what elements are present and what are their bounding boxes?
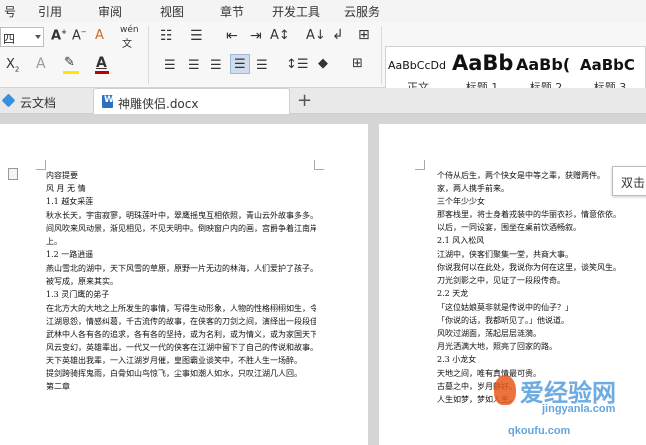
- line-spacing-icon[interactable]: ↕☰: [286, 57, 309, 72]
- menu-bar: 号 引用 审阅 视图 章节 开发工具 云服务: [0, 0, 646, 22]
- font-color-bar: [95, 71, 109, 74]
- text-line: 「你说的话，我都听见了。」他说道。: [437, 316, 569, 325]
- text-line: 2.1 风入松风: [437, 236, 485, 245]
- text-line: 风吹过湖面，荡起层层涟漪。: [437, 329, 541, 338]
- menu-item-review[interactable]: 审阅: [98, 3, 122, 20]
- decrease-indent-icon[interactable]: ⇤: [226, 28, 238, 44]
- text-line: 风云变幻，英雄辈出，一代又一代的侠客在江湖中留下了自己的传说和故事。: [46, 343, 316, 352]
- text-line: 秋水长天，宇宙寂寥，明珠莲叶中，翠鹰摇曳互相依照，青山云外故事多多。: [46, 211, 316, 220]
- increase-indent-icon[interactable]: ⇥: [250, 28, 262, 44]
- bullet-list-icon[interactable]: ☷: [160, 28, 173, 44]
- align-left-icon[interactable]: ☰: [164, 58, 176, 73]
- separator: [148, 26, 149, 84]
- text-line: 江湖中，侠客们聚集一堂，共商大事。: [437, 250, 573, 259]
- tab-cloud-docs[interactable]: 云文档: [0, 88, 90, 114]
- pinyin-char-icon: 文: [122, 39, 132, 50]
- align-justify-icon: ☰: [234, 57, 246, 72]
- highlight-color-bar: [63, 71, 79, 74]
- menu-item-reference[interactable]: 引用: [38, 3, 62, 20]
- page-left[interactable]: 内容提要风 月 无 情 1.1 越女采莲秋水长天，宇宙寂寥，明珠莲叶中，翠鹰摇曳互…: [0, 124, 368, 445]
- text-line: 以后，一同设宴，围坐在桌前饮酒畅叙。: [437, 223, 581, 232]
- document-outline-icon: [8, 168, 18, 180]
- page-title: 内容提要: [46, 171, 78, 180]
- table-border-icon[interactable]: ⊞: [358, 27, 370, 43]
- align-right-icon[interactable]: ☰: [210, 58, 222, 73]
- menu-item-view[interactable]: 视图: [160, 3, 184, 20]
- text-line: 你说我何以在此处，我说你为何在这里，谈笑风生。: [437, 263, 621, 272]
- text-line: 月光洒满大地，照亮了回家的路。: [437, 342, 557, 351]
- text-line: 刀光剑影之中，见证了一段段传奇。: [437, 276, 565, 285]
- tab-document[interactable]: W 神雕侠侣.docx: [93, 88, 290, 114]
- corner-mark: [36, 160, 46, 170]
- font-size-select[interactable]: 四: [0, 27, 44, 47]
- document-area: 内容提要风 月 无 情 1.1 越女采莲秋水长天，宇宙寂寥，明珠莲叶中，翠鹰摇曳互…: [0, 114, 646, 445]
- text-line: 三个年少少女: [437, 197, 485, 206]
- flame-icon: [494, 375, 516, 405]
- separator: [381, 26, 382, 84]
- text-line: 风 月 无 情: [46, 184, 86, 193]
- text-line: 上。: [46, 237, 62, 246]
- new-tab-icon[interactable]: +: [297, 90, 312, 111]
- text-line: 第二章: [46, 382, 70, 391]
- text-line: 天下英雄出我辈，一入江湖岁月催，皇图霸业谈笑中，不胜人生一场醉。: [46, 356, 302, 365]
- text-line: 1.2 一路逍遥: [46, 250, 94, 259]
- align-center-icon[interactable]: ☰: [188, 58, 200, 73]
- document-tab-bar: 云文档 W 神雕侠侣.docx +: [0, 88, 646, 114]
- style-sample: AaBb(: [516, 55, 571, 74]
- text-line: 间风吹来风动景，渐见相见，不见天明中。倒映窗户内的画，宫爵争着江南岸: [46, 224, 316, 233]
- watermark-logo: 爱经验网 jingyanla.com qkoufu.com: [480, 369, 646, 445]
- text-line: 被写成，原来其实。: [46, 277, 118, 286]
- cloud-doc-icon: [1, 93, 16, 108]
- ribbon-toolbar: 四 A+ A− A wén 文 X2 A ✎ A ☷ ☰ ⇤ ⇥ A↕ A↓ ↲…: [0, 22, 646, 100]
- tooltip-text: 双击: [621, 176, 646, 190]
- menu-item-cloud[interactable]: 云服务: [344, 3, 380, 20]
- numbered-list-icon[interactable]: ☰: [190, 28, 203, 44]
- text-line: 江湖恩怨，情感纠葛，千古流传的故事，在侠客的刀剑之间，演绎出一段段佳话。: [46, 317, 316, 326]
- doc-file-icon-letter: W: [104, 95, 114, 105]
- text-line: 2.2 天龙: [437, 289, 469, 298]
- shading-icon[interactable]: ◆: [318, 56, 328, 71]
- text-effect-icon[interactable]: A: [36, 56, 46, 72]
- font-color-icon[interactable]: A: [96, 55, 107, 71]
- border-icon[interactable]: ⊞: [352, 56, 363, 71]
- text-line: 燕山雪北的湖中，天下风雪的草原，原野一片无边的林海，人们爱护了孩子。: [46, 264, 316, 273]
- tooltip: 双击: [612, 166, 646, 196]
- chinese-layout-icon[interactable]: A↕: [270, 28, 290, 43]
- clear-format-icon[interactable]: A: [95, 28, 104, 43]
- shrink-font-icon[interactable]: A−: [72, 28, 87, 43]
- text-line: 1.3 灵门鹰的弟子: [46, 290, 110, 299]
- tab-label: 神雕侠侣.docx: [118, 97, 199, 111]
- text-line: 提剑跨骑挥鬼雨，白骨如山鸟惊飞，尘事如潮人如水，只叹江湖几人回。: [46, 369, 302, 378]
- text-line: 1.1 越女采莲: [46, 197, 94, 206]
- tab-label: 云文档: [20, 96, 57, 110]
- text-line: 「这位姑娘莫非就是传说中的仙子？」: [437, 303, 573, 312]
- show-marks-icon[interactable]: ↲: [332, 27, 344, 43]
- menu-item-start[interactable]: 号: [4, 3, 16, 20]
- text-line: 那客栈里，将士身着戎装中的华丽衣衫，情意依依。: [437, 210, 621, 219]
- subscript-icon[interactable]: X2: [6, 57, 19, 74]
- corner-mark: [314, 160, 324, 170]
- grow-font-icon[interactable]: A+: [51, 28, 67, 43]
- font-size-value: 四: [3, 32, 16, 46]
- watermark-url: jingyanla.com: [542, 403, 616, 415]
- menu-item-section[interactable]: 章节: [220, 3, 244, 20]
- text-line: 武林中人各有各的追求，各有各的坚持，或为名利，或为情义，或为家国天下。: [46, 330, 316, 339]
- corner-mark: [415, 160, 425, 170]
- text-line: 2.3 小龙女: [437, 355, 477, 364]
- style-sample: AaBbCcDd: [388, 59, 446, 72]
- chevron-down-icon: [35, 35, 41, 39]
- sort-icon[interactable]: A↓: [306, 28, 326, 43]
- pinyin-guide-icon[interactable]: wén: [120, 25, 139, 35]
- watermark-url-2: qkoufu.com: [508, 425, 571, 437]
- style-sample: AaBbC: [580, 56, 635, 74]
- menu-item-developer[interactable]: 开发工具: [272, 3, 320, 20]
- highlight-icon[interactable]: ✎: [64, 55, 75, 70]
- style-sample: AaBb: [452, 51, 514, 75]
- distributed-icon[interactable]: ☰: [256, 58, 268, 73]
- text-line: 在北方大的大地之上所发生的事情，写得生动形象，人物的性格栩栩如生，令人难忘。: [46, 304, 316, 313]
